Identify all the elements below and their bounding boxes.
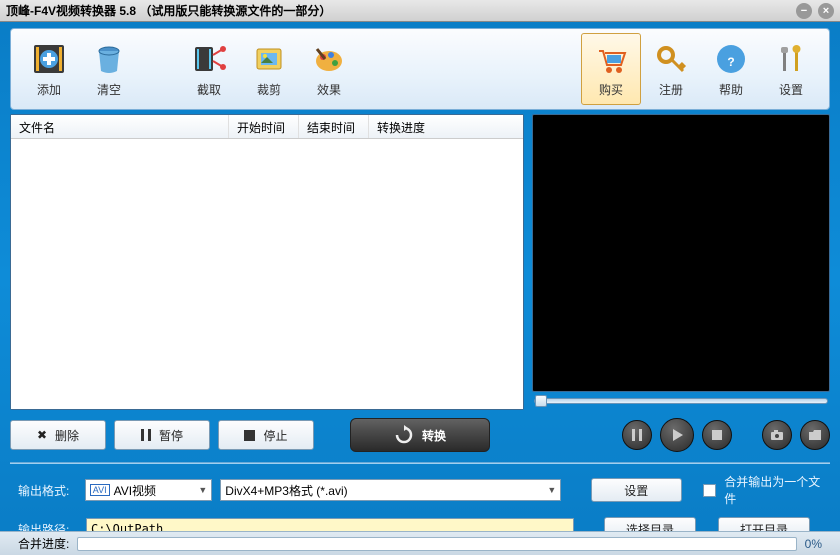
avi-icon: AVI bbox=[90, 484, 110, 496]
file-list-header: 文件名 开始时间 结束时间 转换进度 bbox=[11, 115, 523, 139]
col-progress[interactable]: 转换进度 bbox=[369, 115, 523, 138]
col-filename[interactable]: 文件名 bbox=[11, 115, 229, 138]
seek-thumb[interactable] bbox=[535, 395, 547, 407]
file-list-body[interactable] bbox=[11, 139, 523, 409]
svg-text:?: ? bbox=[727, 55, 734, 69]
merge-progress-bar bbox=[77, 537, 796, 551]
effect-button[interactable]: 效果 bbox=[299, 33, 359, 105]
window-title: 顶峰-F4V视频转换器 5.8 （试用版只能转换源文件的一部分） bbox=[6, 2, 796, 19]
pause-icon bbox=[141, 429, 151, 441]
merge-label: 合并输出为一个文件 bbox=[724, 473, 830, 507]
close-button[interactable]: × bbox=[818, 3, 834, 19]
buy-button[interactable]: 购买 bbox=[581, 33, 641, 105]
clear-button[interactable]: 清空 bbox=[79, 33, 139, 105]
player-play-button[interactable] bbox=[660, 418, 694, 452]
player-pause-button[interactable] bbox=[622, 420, 652, 450]
merge-checkbox[interactable] bbox=[703, 484, 716, 497]
palette-icon bbox=[311, 41, 347, 77]
tools-icon bbox=[773, 41, 809, 77]
key-icon bbox=[653, 41, 689, 77]
delete-button[interactable]: ✖ 删除 bbox=[10, 420, 106, 450]
chevron-down-icon: ▼ bbox=[198, 485, 207, 495]
format-combo[interactable]: AVI AVI视频 ▼ bbox=[85, 479, 213, 501]
format-settings-button[interactable]: 设置 bbox=[591, 478, 682, 502]
convert-button[interactable]: 转换 bbox=[350, 418, 490, 452]
seek-slider[interactable] bbox=[534, 398, 828, 404]
cart-icon bbox=[593, 41, 629, 77]
chevron-down-icon: ▼ bbox=[547, 485, 556, 495]
settings-button[interactable]: 设置 bbox=[761, 33, 821, 105]
col-start[interactable]: 开始时间 bbox=[229, 115, 299, 138]
crop-icon bbox=[251, 41, 287, 77]
refresh-icon bbox=[394, 425, 414, 445]
add-button[interactable]: 添加 bbox=[19, 33, 79, 105]
merge-progress-percent: 0% bbox=[805, 537, 822, 551]
format-label: 输出格式: bbox=[18, 482, 77, 499]
divider bbox=[10, 462, 830, 463]
pause-button[interactable]: 暂停 bbox=[114, 420, 210, 450]
file-list[interactable]: 文件名 开始时间 结束时间 转换进度 bbox=[10, 114, 524, 410]
open-folder-button[interactable] bbox=[800, 420, 830, 450]
scissors-film-icon bbox=[191, 41, 227, 77]
help-button[interactable]: ? 帮助 bbox=[701, 33, 761, 105]
codec-combo[interactable]: DivX4+MP3格式 (*.avi) ▼ bbox=[220, 479, 561, 501]
status-bar: 合并进度: 0% bbox=[0, 531, 840, 555]
film-plus-icon bbox=[31, 41, 67, 77]
video-preview[interactable] bbox=[532, 114, 830, 392]
main-toolbar: 添加 清空 截取 裁剪 效果 购买 注册 bbox=[10, 28, 830, 110]
player-stop-button[interactable] bbox=[702, 420, 732, 450]
snapshot-button[interactable] bbox=[762, 420, 792, 450]
crop-button[interactable]: 裁剪 bbox=[239, 33, 299, 105]
minimize-button[interactable]: − bbox=[796, 3, 812, 19]
x-icon: ✖ bbox=[37, 428, 47, 442]
col-end[interactable]: 结束时间 bbox=[299, 115, 369, 138]
capture-button[interactable]: 截取 bbox=[179, 33, 239, 105]
titlebar: 顶峰-F4V视频转换器 5.8 （试用版只能转换源文件的一部分） − × bbox=[0, 0, 840, 22]
register-button[interactable]: 注册 bbox=[641, 33, 701, 105]
stop-icon bbox=[244, 430, 255, 441]
trash-icon bbox=[91, 41, 127, 77]
merge-progress-label: 合并进度: bbox=[18, 535, 69, 552]
help-icon: ? bbox=[713, 41, 749, 77]
stop-button[interactable]: 停止 bbox=[218, 420, 314, 450]
